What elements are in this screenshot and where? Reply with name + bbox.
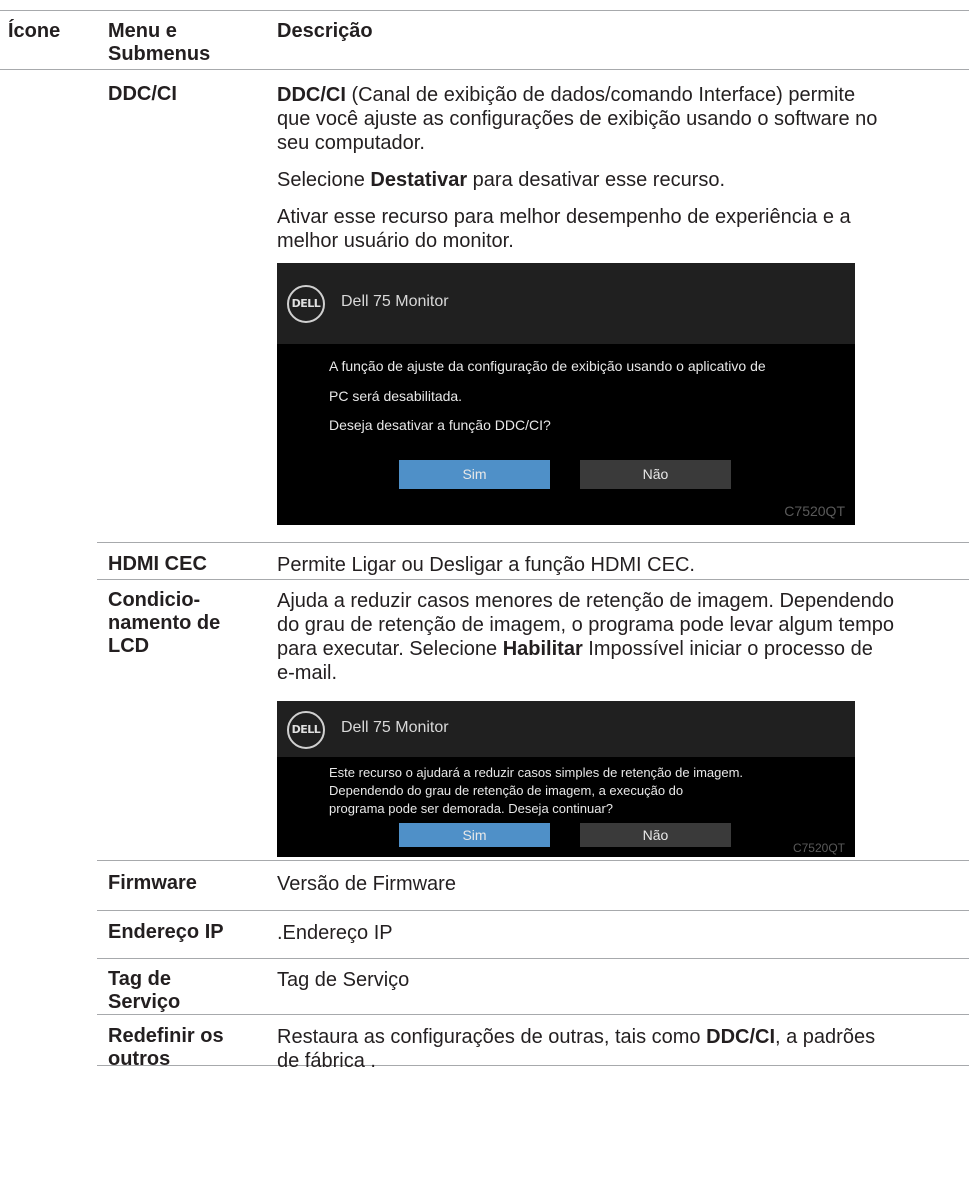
- bold-text: DDC/CI: [706, 1026, 776, 1048]
- bold-text: DDC/CI: [277, 84, 346, 106]
- row-rule: [97, 1014, 969, 1015]
- dell-logo-icon: DELL: [287, 711, 325, 749]
- text: Ajuda a reduzir casos menores de retençã…: [277, 590, 895, 612]
- text: Impossível iniciar o processo de: [582, 638, 873, 660]
- osd-yes-button[interactable]: Sim: [399, 823, 550, 847]
- text: Condicio-: [108, 589, 201, 611]
- text: seu computador.: [277, 132, 425, 154]
- desc-lcd-conditioning: Ajuda a reduzir casos menores de retençã…: [277, 589, 967, 685]
- menu-hdmi-cec: HDMI CEC: [108, 553, 207, 575]
- osd-no-button[interactable]: Não: [580, 460, 731, 489]
- osd-title: Dell 75 Monitor: [341, 293, 449, 310]
- osd-title: Dell 75 Monitor: [341, 719, 449, 736]
- osd-yes-button[interactable]: Sim: [399, 460, 550, 489]
- osd-no-button[interactable]: Não: [580, 823, 731, 847]
- osd-message-line: PC será desabilitada.: [329, 388, 463, 404]
- bold-text: Habilitar: [502, 638, 583, 660]
- text: melhor usuário do monitor.: [277, 230, 514, 252]
- osd-lcd-complete: DELL Dell 75 Monitor Este recurso o ajud…: [277, 701, 855, 857]
- osd-message-line: programa pode ser demorada. Deseja conti…: [329, 801, 614, 816]
- text: que você ajuste as configurações de exib…: [277, 108, 878, 130]
- osd-header: DELL Dell 75 Monitor: [277, 701, 855, 757]
- text: para executar. Selecione: [277, 638, 503, 660]
- bold-text: Destativar: [370, 169, 468, 191]
- menu-reset-others: Redefinir os outros: [108, 1025, 224, 1071]
- menu-lcd-conditioning: Condicio- namento de LCD: [108, 589, 220, 658]
- row-rule: [97, 542, 969, 543]
- desc-hdmi-cec: Permite Ligar ou Desligar a função HDMI …: [277, 554, 695, 576]
- desc-ddcci-p1: DDC/CI (Canal de exibição de dados/coman…: [277, 83, 967, 155]
- osd-screenshot-ddcci: DELL Dell 75 Monitor A função de ajuste …: [277, 263, 855, 525]
- text: LCD: [108, 635, 150, 657]
- table-top-rule: [0, 10, 969, 11]
- text: Ativar esse recurso para melhor desempen…: [277, 206, 851, 228]
- dell-logo-icon: DELL: [287, 285, 325, 323]
- header-menu-line2: Submenus: [108, 43, 211, 65]
- text: Restaura as configurações de outras, tai…: [277, 1026, 707, 1048]
- desc-ddcci-p2: Selecione Destativar para desativar esse…: [277, 168, 967, 192]
- menu-ip-address: Endereço IP: [108, 921, 224, 943]
- desc-ip-address: .Endereço IP: [277, 922, 393, 944]
- desc-firmware: Versão de Firmware: [277, 873, 456, 895]
- header-menu-line1: Menu e: [108, 20, 177, 42]
- row-rule: [97, 910, 969, 911]
- osd-message-line: A função de ajuste da configuração de ex…: [329, 358, 766, 374]
- text: do grau de retenção de imagem, o program…: [277, 614, 895, 636]
- text: , a padrões: [775, 1026, 876, 1048]
- header-rule: [0, 69, 969, 70]
- menu-service-tag: Tag de Serviço: [108, 968, 180, 1014]
- desc-ddcci-p3: Ativar esse recurso para melhor desempen…: [277, 205, 967, 253]
- header-icon: Ícone: [8, 20, 61, 42]
- text: outros: [108, 1048, 171, 1070]
- text: para desativar esse recurso.: [467, 169, 726, 191]
- menu-firmware: Firmware: [108, 872, 197, 894]
- row-rule: [97, 860, 969, 861]
- desc-service-tag: Tag de Serviço: [277, 969, 410, 991]
- menu-ddcci: DDC/CI: [108, 83, 177, 105]
- desc-reset-others: Restaura as configurações de outras, tai…: [277, 1025, 967, 1073]
- text: Selecione: [277, 169, 371, 191]
- row-rule: [97, 958, 969, 959]
- osd-model-label: C7520QT: [784, 503, 845, 519]
- row-rule: [97, 579, 969, 580]
- text: e-mail.: [277, 662, 338, 684]
- text: Serviço: [108, 991, 181, 1013]
- osd-message-line: Este recurso o ajudará a reduzir casos s…: [329, 765, 744, 780]
- text: namento de: [108, 612, 221, 634]
- osd-message-line: Dependendo do grau de retenção de imagem…: [329, 783, 684, 798]
- text: (Canal de exibição de dados/comando Inte…: [345, 84, 856, 106]
- text: Redefinir os: [108, 1025, 224, 1047]
- header-description: Descrição: [277, 20, 373, 42]
- text: de fábrica .: [277, 1050, 376, 1072]
- text: Tag de: [108, 968, 171, 990]
- osd-message-line: Deseja desativar a função DDC/CI?: [329, 417, 551, 433]
- osd-header: DELL Dell 75 Monitor: [277, 263, 855, 344]
- osd-model-label: C7520QT: [792, 841, 845, 855]
